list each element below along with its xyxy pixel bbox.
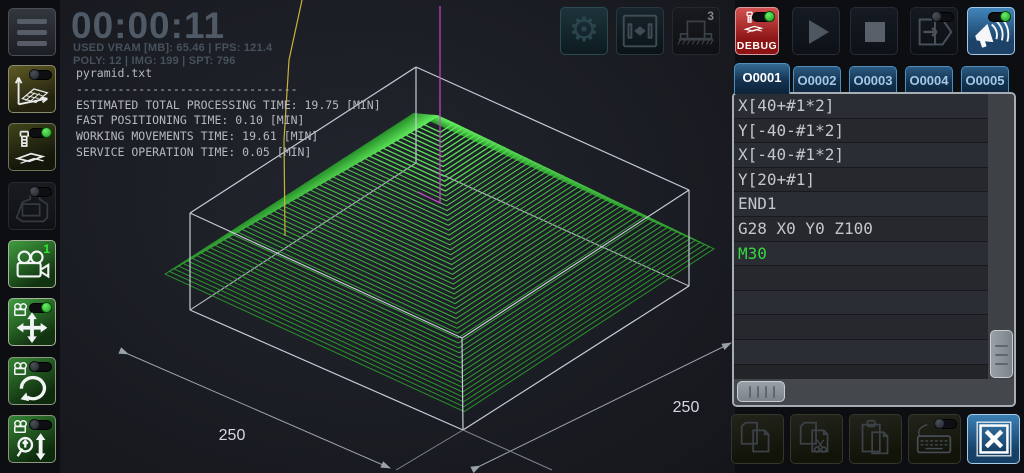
- announce-button[interactable]: [967, 7, 1015, 55]
- camera-pan-button[interactable]: [8, 298, 56, 346]
- play-icon: [809, 20, 829, 44]
- stop-icon: [865, 22, 885, 42]
- camera-1-button[interactable]: 1: [8, 240, 56, 288]
- tab-o0003[interactable]: O0003: [849, 66, 897, 92]
- toggle-off-icon: [29, 362, 52, 372]
- toggle-off-icon: [29, 187, 52, 197]
- camera-rotate-button[interactable]: [8, 357, 56, 405]
- machine-view-button[interactable]: [8, 182, 56, 230]
- tab-o0005[interactable]: O0005: [961, 66, 1009, 92]
- toggle-off-icon: [29, 420, 52, 430]
- gcode-line-empty[interactable]: [734, 315, 988, 340]
- settings-button[interactable]: ⚙: [560, 7, 608, 55]
- overlay-stat-line: WORKING MOVEMENTS TIME: 19.61 [MIN]: [76, 129, 381, 145]
- gear-icon: ⚙: [561, 10, 607, 50]
- dimension-label-left: 250: [219, 427, 246, 444]
- play-button[interactable]: [792, 7, 840, 55]
- tool-view-button[interactable]: [8, 123, 56, 171]
- dimension-lines: [128, 343, 731, 470]
- vertical-scrollbar-thumb[interactable]: [990, 330, 1013, 378]
- gcode-line[interactable]: X[40+#1*2]: [734, 94, 988, 119]
- axes-grid-button[interactable]: [8, 65, 56, 113]
- toggle-off-icon: [931, 12, 954, 22]
- session-timer: 00:00:11: [71, 5, 225, 47]
- gcode-line[interactable]: X[-40-#1*2]: [734, 143, 988, 168]
- overlay-divider: --------------------------------: [76, 82, 381, 98]
- gcode-line[interactable]: Y[20+#1]: [734, 168, 988, 193]
- gcode-lines: X[40+#1*2]Y[-40-#1*2]X[-40-#1*2]Y[20+#1]…: [734, 94, 988, 381]
- gcode-line-empty[interactable]: [734, 266, 988, 291]
- menu-button[interactable]: [8, 8, 56, 56]
- camera-zoom-button[interactable]: [8, 415, 56, 463]
- debug-button[interactable]: DEBUG: [735, 7, 779, 55]
- gcode-line[interactable]: G28 X0 Y0 Z100: [734, 217, 988, 242]
- camera-count-badge: 1: [43, 242, 50, 256]
- paste-clipboard-icon: [850, 415, 901, 463]
- keyboard-button[interactable]: [908, 414, 961, 464]
- toggle-on-icon: [752, 12, 775, 22]
- cut-button[interactable]: [790, 414, 843, 464]
- viewport-3d[interactable]: 250 250 pyramid.txt---------------------…: [60, 0, 735, 473]
- toggle-off-icon: [934, 419, 957, 429]
- tab-o0002[interactable]: O0002: [793, 66, 841, 92]
- overlay-stat-line: SERVICE OPERATION TIME: 0.05 [MIN]: [76, 145, 381, 161]
- horizontal-scrollbar-thumb[interactable]: [737, 381, 785, 402]
- toggle-on-icon: [29, 128, 52, 138]
- copy-icon: [732, 415, 783, 463]
- gcode-line[interactable]: M30: [734, 242, 988, 267]
- gcode-line-empty[interactable]: [734, 340, 988, 365]
- toggle-on-icon: [988, 12, 1011, 22]
- dimension-label-right: 250: [673, 399, 700, 416]
- poly-img-stats: POLY: 12 | IMG: 199 | SPT: 796: [73, 55, 236, 67]
- cut-scissors-icon: [791, 415, 842, 463]
- gcode-line-empty[interactable]: [734, 291, 988, 316]
- horizontal-scrollbar-track[interactable]: [734, 379, 1014, 405]
- close-icon: [968, 415, 1019, 463]
- tab-o0004[interactable]: O0004: [905, 66, 953, 92]
- paste-button[interactable]: [849, 414, 902, 464]
- copy-button[interactable]: [731, 414, 784, 464]
- toggle-on-icon: [29, 303, 52, 313]
- hamburger-icon: [17, 19, 47, 24]
- debug-label: DEBUG: [736, 40, 778, 52]
- cnc-simulator-app: 250 250 pyramid.txt---------------------…: [0, 0, 1024, 473]
- overlay-stat-line: ESTIMATED TOTAL PROCESSING TIME: 19.75 […: [76, 98, 381, 114]
- doors-icon: [617, 8, 663, 54]
- toggle-off-icon: [29, 70, 52, 80]
- program-info-overlay: pyramid.txt-----------------------------…: [76, 66, 381, 161]
- gcode-line[interactable]: END1: [734, 192, 988, 217]
- program-filename: pyramid.txt: [76, 66, 381, 82]
- tab-o0001[interactable]: O0001: [734, 63, 790, 94]
- gcode-editor-panel: X[40+#1*2]Y[-40-#1*2]X[-40-#1*2]Y[20+#1]…: [732, 92, 1016, 407]
- fixture-count-badge: 3: [707, 9, 714, 23]
- doors-button[interactable]: [616, 7, 664, 55]
- vram-fps-stats: USED VRAM [MB]: 65.46 | FPS: 121.4: [73, 42, 272, 54]
- gcode-line[interactable]: Y[-40-#1*2]: [734, 119, 988, 144]
- overlay-stat-line: FAST POSITIONING TIME: 0.10 [MIN]: [76, 113, 381, 129]
- exit-button[interactable]: [910, 7, 958, 55]
- fixture-button[interactable]: 3: [672, 7, 720, 55]
- stop-button[interactable]: [850, 7, 898, 55]
- close-editor-button[interactable]: [967, 414, 1020, 464]
- vertical-scrollbar-track[interactable]: [988, 94, 1014, 381]
